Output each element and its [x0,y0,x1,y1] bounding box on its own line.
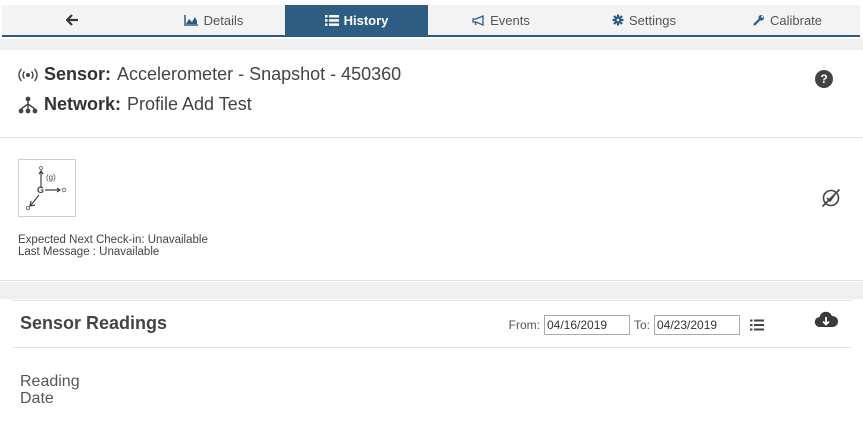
sensor-label: Sensor: [44,64,112,84]
area-chart-icon [183,14,198,26]
expected-checkin-text: Expected Next Check-in: Unavailable [18,234,208,246]
date-column-label: Date [20,390,54,407]
to-date-input[interactable] [654,315,740,335]
network-label: Network: [44,94,122,114]
to-label: To: [633,318,650,332]
tab-back[interactable] [2,5,142,35]
divider-band-2 [0,282,863,299]
tab-events[interactable]: Events [428,5,573,35]
tab-history[interactable]: History [285,5,428,35]
status-text: Expected Next Check-in: Unavailable Last… [18,234,208,258]
svg-text:G: G [37,185,44,195]
bullhorn-icon [472,14,484,26]
network-title: Network: Profile Add Test [18,94,252,115]
gear-icon [612,14,624,26]
network-name: Profile Add Test [127,94,252,114]
readings-header: Sensor Readings From: To: [12,300,852,348]
list-view-icon[interactable] [750,319,764,331]
svg-text:(g): (g) [46,173,56,182]
arrow-left-icon [65,14,78,26]
no-signal-gauge-icon [821,188,841,208]
date-range: From: To: [509,315,764,335]
last-message-text: Last Message : Unavailable [18,246,160,258]
readings-column-header: Reading Date [20,373,80,407]
tab-bar: Details History Events Settings Calibrat… [2,5,860,37]
divider-band [0,39,863,50]
list-icon [324,14,339,26]
tab-calibrate[interactable]: Calibrate [715,5,860,35]
accelerometer-sensor-image: (g) G [18,159,76,217]
reading-column-label: Reading [20,373,80,390]
tab-details-label: Details [203,12,244,28]
sensor-name: Accelerometer - Snapshot - 450360 [117,64,402,84]
tab-details[interactable]: Details [142,5,285,35]
from-date-input[interactable] [543,315,630,335]
cloud-download-icon[interactable] [814,311,838,329]
tab-events-label: Events [490,12,530,28]
tab-settings-label: Settings [629,12,676,28]
signal-icon [18,68,38,81]
from-label: From: [508,318,540,332]
readings-title: Sensor Readings [20,313,168,333]
help-icon[interactable]: ? [815,70,833,88]
sensor-title: Sensor: Accelerometer - Snapshot - 45036… [18,64,401,85]
network-icon [18,96,38,113]
tab-history-label: History [343,12,389,28]
sensor-header: Sensor: Accelerometer - Snapshot - 45036… [0,50,863,138]
status-section: (g) G Expected Next Check-in: Unavailabl… [0,139,863,281]
tab-calibrate-label: Calibrate [769,12,823,28]
tab-settings[interactable]: Settings [573,5,715,35]
wrench-icon [753,15,764,26]
